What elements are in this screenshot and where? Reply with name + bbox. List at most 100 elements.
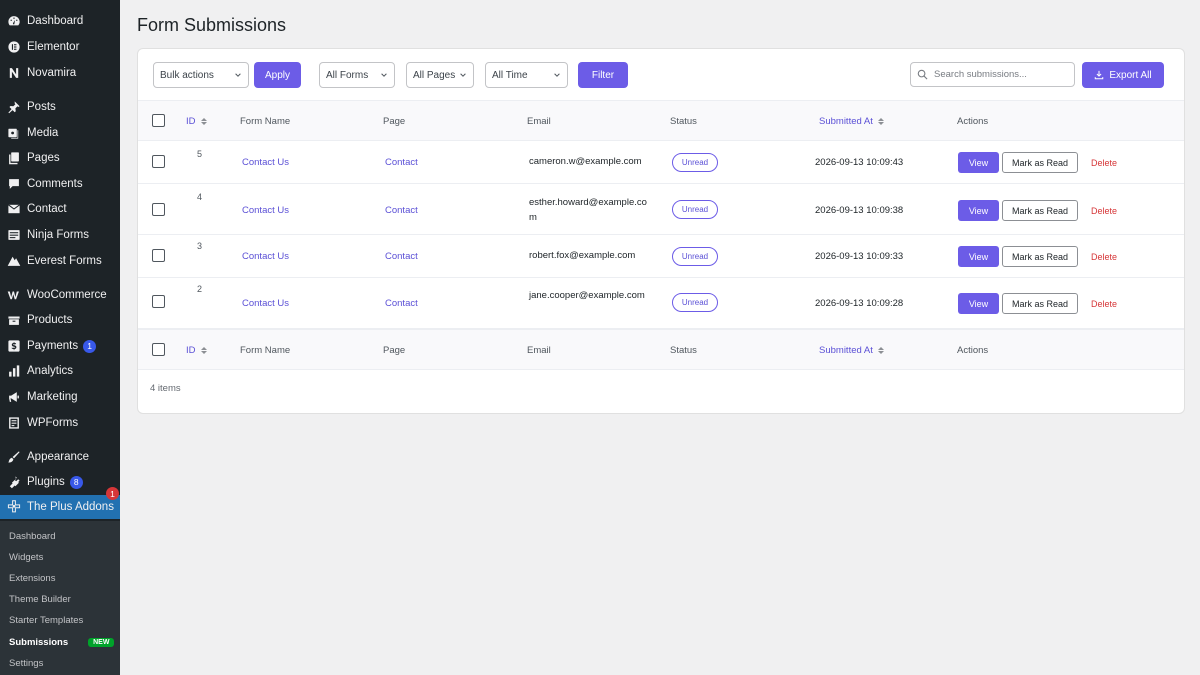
- page-link[interactable]: Contact: [385, 157, 418, 168]
- view-button[interactable]: View: [958, 200, 999, 221]
- menu-payments[interactable]: $ Payments 1: [0, 334, 120, 358]
- menu-posts[interactable]: Posts: [0, 95, 120, 119]
- menu-appearance[interactable]: Appearance: [0, 445, 120, 469]
- mark-as-read-button[interactable]: Mark as Read: [1002, 152, 1078, 173]
- woocommerce-icon: [6, 288, 21, 303]
- sort-icon: [200, 347, 207, 354]
- items-count: 4 items: [150, 383, 181, 394]
- menu-contact[interactable]: Contact: [0, 197, 120, 221]
- menu-label: Elementor: [27, 41, 80, 53]
- menu-wpforms[interactable]: WPForms: [0, 411, 120, 435]
- view-button[interactable]: View: [958, 152, 999, 173]
- analytics-icon: [6, 364, 21, 379]
- download-icon: [1095, 70, 1104, 80]
- submenu-starter-templates[interactable]: Starter Templates: [9, 612, 83, 628]
- submenu-dashboard[interactable]: Dashboard: [9, 528, 55, 544]
- row-checkbox[interactable]: [152, 155, 165, 168]
- row-checkbox[interactable]: [152, 249, 165, 262]
- page-title: Form Submissions: [137, 15, 287, 35]
- table-row: 5 Contact Us Contact cameron.w@example.c…: [138, 141, 1184, 184]
- row-id: 3: [197, 241, 203, 251]
- all-time-select[interactable]: All Time: [485, 62, 568, 88]
- column-email-header: Email: [527, 116, 551, 127]
- megaphone-icon: [6, 390, 21, 405]
- column-page-header: Page: [383, 345, 406, 356]
- menu-marketing[interactable]: Marketing: [0, 385, 120, 409]
- submenu-theme-builder[interactable]: Theme Builder: [9, 591, 71, 607]
- filter-button[interactable]: Filter: [578, 62, 628, 88]
- menu-label: Appearance: [27, 451, 90, 463]
- delete-link[interactable]: Delete: [1091, 158, 1117, 168]
- submenu-settings[interactable]: Settings: [9, 655, 43, 671]
- menu-pages[interactable]: Pages: [0, 146, 120, 170]
- all-pages-select[interactable]: All Pages: [406, 62, 474, 88]
- menu-comments[interactable]: Comments: [0, 172, 120, 196]
- submenu-submissions[interactable]: Submissions NEW: [9, 634, 115, 650]
- row-email: esther.howard@example.com: [529, 197, 647, 223]
- menu-media[interactable]: Media: [0, 121, 120, 145]
- menu-label: Comments: [27, 178, 83, 190]
- page-link[interactable]: Contact: [385, 251, 418, 262]
- form-name-link[interactable]: Contact Us: [242, 205, 289, 216]
- menu-novamira[interactable]: Novamira: [0, 61, 120, 85]
- brush-icon: [6, 450, 21, 465]
- chevron-down-icon: [554, 73, 560, 77]
- delete-link[interactable]: Delete: [1091, 252, 1117, 262]
- page-link[interactable]: Contact: [385, 205, 418, 216]
- search-input[interactable]: [934, 69, 1064, 80]
- elementor-icon: [6, 40, 21, 55]
- all-forms-select[interactable]: All Forms: [319, 62, 395, 88]
- mail-icon: [6, 202, 21, 217]
- payments-icon: $: [6, 339, 21, 354]
- pages-icon: [6, 151, 21, 166]
- view-button[interactable]: View: [958, 246, 999, 267]
- column-status-header: Status: [670, 345, 697, 356]
- column-submitted-at-header[interactable]: Submitted At: [819, 345, 884, 356]
- submissions-card: Bulk actions Apply All Forms All Pages A…: [137, 48, 1185, 414]
- menu-the-plus-addons[interactable]: The Plus Addons 1: [0, 487, 120, 519]
- menu-analytics[interactable]: Analytics: [0, 359, 120, 383]
- submenu-extensions[interactable]: Extensions: [9, 570, 55, 586]
- row-checkbox[interactable]: [152, 203, 165, 216]
- menu-elementor[interactable]: Elementor: [0, 35, 120, 59]
- submitted-at: 2026-09-13 10:09:38: [815, 205, 904, 216]
- apply-button[interactable]: Apply: [254, 62, 301, 88]
- menu-label: Everest Forms: [27, 255, 102, 267]
- menu-dashboard[interactable]: Dashboard: [0, 9, 120, 33]
- table-row: 2 Contact Us Contact jane.cooper@example…: [138, 278, 1184, 329]
- select-all-checkbox[interactable]: [152, 114, 165, 127]
- mark-as-read-button[interactable]: Mark as Read: [1002, 293, 1078, 314]
- column-id-header[interactable]: ID: [186, 116, 207, 127]
- row-email: robert.fox@example.com: [529, 250, 636, 261]
- menu-products[interactable]: Products: [0, 308, 120, 332]
- media-icon: [6, 126, 21, 141]
- menu-ninja-forms[interactable]: Ninja Forms: [0, 223, 120, 247]
- select-all-checkbox[interactable]: [152, 343, 165, 356]
- form-name-link[interactable]: Contact Us: [242, 157, 289, 168]
- mark-as-read-button[interactable]: Mark as Read: [1002, 200, 1078, 221]
- update-count-badge: 1: [83, 339, 97, 353]
- column-id-header[interactable]: ID: [186, 345, 207, 356]
- row-checkbox[interactable]: [152, 295, 165, 308]
- delete-link[interactable]: Delete: [1091, 299, 1117, 309]
- menu-label: Plugins: [27, 476, 65, 488]
- menu-everest-forms[interactable]: Everest Forms: [0, 249, 120, 273]
- submitted-at: 2026-09-13 10:09:43: [815, 157, 904, 168]
- form-name-link[interactable]: Contact Us: [242, 298, 289, 309]
- form-name-link[interactable]: Contact Us: [242, 251, 289, 262]
- export-all-button[interactable]: Export All: [1082, 62, 1164, 88]
- bulk-actions-select[interactable]: Bulk actions: [153, 62, 249, 88]
- delete-link[interactable]: Delete: [1091, 206, 1117, 216]
- submitted-at: 2026-09-13 10:09:33: [815, 251, 904, 262]
- menu-label: Contact: [27, 203, 67, 215]
- mark-as-read-button[interactable]: Mark as Read: [1002, 246, 1078, 267]
- column-submitted-at-header[interactable]: Submitted At: [819, 116, 884, 127]
- menu-woocommerce[interactable]: WooCommerce: [0, 283, 120, 307]
- view-button[interactable]: View: [958, 293, 999, 314]
- column-status-header: Status: [670, 116, 697, 127]
- submenu-widgets[interactable]: Widgets: [9, 549, 43, 565]
- novamira-icon: [6, 66, 21, 81]
- menu-label: Pages: [27, 152, 60, 164]
- menu-plugins[interactable]: Plugins 8: [0, 470, 120, 494]
- page-link[interactable]: Contact: [385, 298, 418, 309]
